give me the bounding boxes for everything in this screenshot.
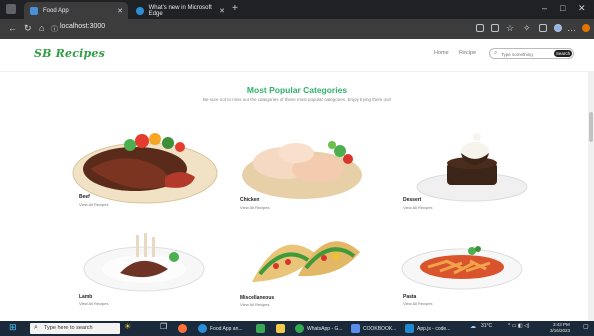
maximize-icon[interactable]: □	[560, 3, 565, 13]
minimize-icon[interactable]: –	[542, 3, 547, 13]
folder-icon	[276, 324, 285, 333]
more-icon[interactable]: …	[567, 23, 576, 33]
nav-home[interactable]: Home	[434, 50, 449, 56]
search-icon: ⌕	[34, 324, 38, 331]
edge-icon	[136, 6, 144, 15]
category-name[interactable]: Chicken	[240, 197, 259, 203]
web-page: SB Recipes Home Recipe ⌕ Search Most Pop…	[0, 39, 594, 321]
taskbar-search-text: Type here to search	[44, 325, 93, 331]
category-name[interactable]: Lamb	[79, 294, 92, 300]
clock-time[interactable]: 3:43 PM	[553, 322, 570, 327]
dessert-image	[416, 133, 528, 202]
taskbar-app-food-app[interactable]: Food App an...	[198, 323, 243, 334]
view-all-link[interactable]: View All Recipes	[79, 301, 109, 306]
search-button[interactable]: Search	[554, 50, 572, 57]
system-tray-icons[interactable]: ^ ▭ ◧ ◁)	[508, 323, 529, 329]
view-all-link[interactable]: View All Recipes	[240, 302, 270, 307]
view-all-link[interactable]: View All Recipes	[79, 202, 109, 207]
document-icon	[351, 324, 360, 333]
tab-food-app[interactable]: Food App ✕	[24, 2, 128, 19]
site-logo[interactable]: SB Recipes	[34, 47, 105, 60]
view-all-link[interactable]: View All Recipes	[403, 301, 433, 306]
category-card-miscellaneous[interactable]	[248, 232, 363, 296]
tacos-image	[252, 241, 360, 282]
tab-label: Food App	[43, 7, 69, 14]
close-tab-icon[interactable]: ✕	[219, 7, 225, 15]
zoom-icon[interactable]	[491, 24, 499, 32]
clock-date[interactable]: 3/16/2023	[550, 328, 570, 333]
read-aloud-icon[interactable]	[476, 24, 484, 32]
back-icon[interactable]: ←	[8, 23, 17, 33]
copilot-icon[interactable]	[582, 24, 590, 32]
lamb-image	[83, 233, 205, 292]
address-bar: ← ↻ ⌂ ⓘ localhost:3000 ☆ ✧ …	[0, 19, 594, 39]
taskbar-app-label: COOKBOOK...	[363, 325, 397, 332]
search-input[interactable]	[501, 50, 549, 58]
page-scrollbar[interactable]	[588, 72, 594, 321]
collections-icon[interactable]: ✧	[523, 23, 531, 34]
category-card-pasta[interactable]	[400, 237, 525, 293]
taskbar-app-files[interactable]	[276, 323, 288, 334]
tab-favicon-icon	[30, 6, 38, 15]
window-menu-icon[interactable]	[6, 4, 16, 14]
taskbar-app-vscode[interactable]: App.js - code...	[405, 323, 450, 334]
favorite-star-icon[interactable]: ☆	[506, 23, 514, 34]
category-name[interactable]: Dessert	[403, 197, 421, 203]
taskbar-app-whatsapp[interactable]: WhatsApp - G...	[295, 323, 343, 334]
tab-label: What's new in Microsoft Edge	[148, 4, 212, 17]
close-tab-icon[interactable]: ✕	[117, 7, 123, 15]
profile-icon[interactable]	[554, 24, 562, 32]
category-name[interactable]: Pasta	[403, 294, 416, 300]
section-title: Most Popular Categories	[246, 85, 348, 95]
view-all-link[interactable]: View All Recipes	[403, 205, 433, 210]
scrollbar-thumb[interactable]	[589, 112, 593, 142]
close-window-icon[interactable]: ✕	[578, 3, 586, 14]
category-name[interactable]: Beef	[79, 194, 90, 200]
firefox-icon	[178, 324, 187, 333]
taskbar-app-label: WhatsApp - G...	[307, 325, 343, 332]
pasta-image	[401, 246, 523, 290]
browser-tab-bar: Food App ✕ What's new in Microsoft Edge …	[0, 0, 594, 19]
notification-icon[interactable]: ▢	[583, 323, 589, 330]
taskbar-search[interactable]: ⌕ Type here to search	[30, 323, 120, 334]
taskbar-app-store[interactable]	[256, 323, 268, 334]
category-card-beef[interactable]	[70, 125, 220, 205]
store-icon	[256, 324, 265, 333]
search-box: ⌕ Search	[489, 48, 574, 59]
nav-recipe[interactable]: Recipe	[459, 50, 476, 56]
site-header: SB Recipes Home Recipe ⌕ Search	[0, 39, 594, 72]
new-tab-icon[interactable]: +	[232, 3, 238, 14]
vscode-icon	[405, 324, 414, 333]
chicken-image	[242, 141, 362, 199]
weather-cloud-icon[interactable]: ☁	[470, 323, 476, 330]
beef-image	[72, 133, 218, 204]
extensions-icon[interactable]	[539, 24, 547, 32]
task-view-icon[interactable]: ❐	[160, 322, 167, 331]
refresh-icon[interactable]: ↻	[24, 23, 32, 34]
windows-taskbar: ⊞ ⌕ Type here to search ☀ ❐ Food App an.…	[0, 321, 594, 336]
category-card-lamb[interactable]	[82, 223, 207, 293]
info-icon: ⓘ	[51, 26, 58, 33]
view-all-link[interactable]: View All Recipes	[240, 205, 270, 210]
weather-widget-icon[interactable]: ☀	[124, 322, 131, 331]
edge-icon	[198, 324, 207, 333]
taskbar-app-firefox[interactable]	[178, 323, 190, 334]
section-subtitle: Be sure not to miss out the categories o…	[202, 97, 392, 102]
url-field[interactable]: localhost:3000	[60, 23, 105, 30]
tab-whats-new[interactable]: What's new in Microsoft Edge ✕	[130, 2, 230, 19]
taskbar-app-label: Food App an...	[210, 325, 243, 332]
category-card-chicken[interactable]	[240, 129, 365, 201]
weather-temp[interactable]: 31°C	[481, 323, 492, 329]
search-icon: ⌕	[494, 50, 498, 56]
home-icon[interactable]: ⌂	[39, 23, 44, 33]
category-name[interactable]: Miscellaneous	[240, 295, 274, 301]
category-card-dessert[interactable]	[415, 125, 530, 205]
taskbar-app-cookbook[interactable]: COOKBOOK...	[351, 323, 396, 334]
windows-start-icon[interactable]: ⊞	[9, 322, 17, 333]
taskbar-app-label: App.js - code...	[417, 325, 451, 332]
chrome-icon	[295, 324, 304, 333]
